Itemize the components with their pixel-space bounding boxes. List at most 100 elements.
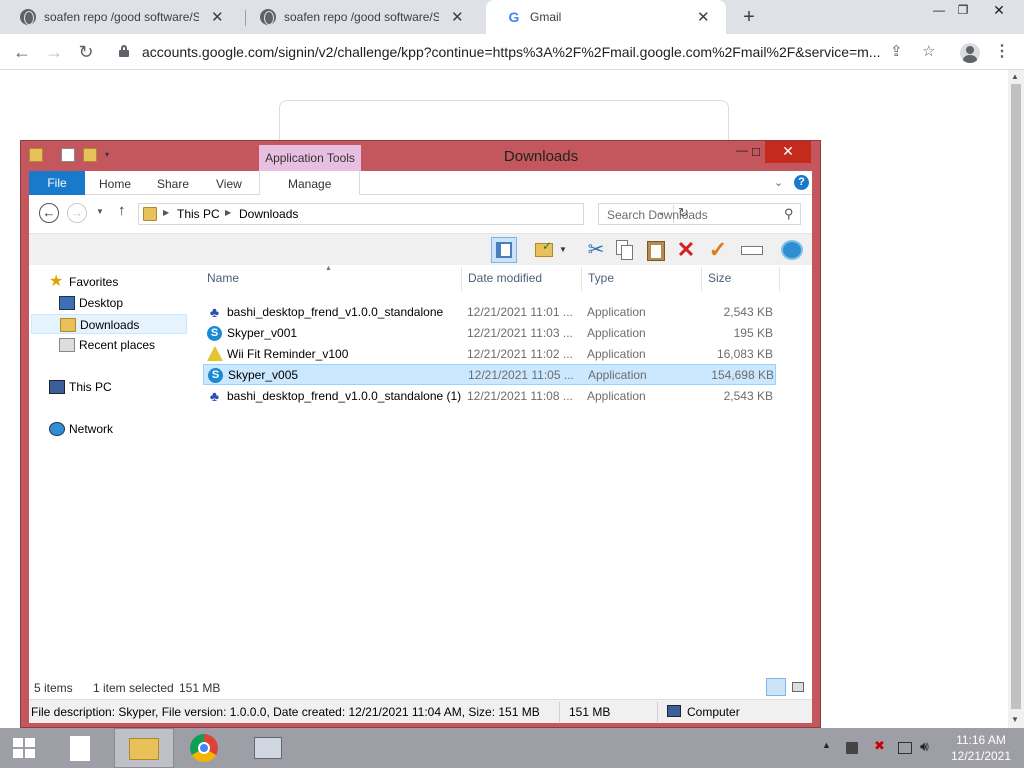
google-icon: G [508, 9, 520, 25]
breadcrumb-this-pc[interactable]: This PC [177, 207, 220, 221]
scroll-thumb[interactable] [1011, 84, 1021, 709]
breadcrumb-downloads[interactable]: Downloads [239, 207, 298, 221]
start-button[interactable] [0, 728, 48, 768]
breadcrumb-separator-icon[interactable]: ▶ [225, 208, 231, 217]
explorer-title-bar[interactable]: ▾ Application Tools Downloads — ☐ ✕ [21, 141, 820, 172]
rename-icon[interactable] [739, 237, 765, 263]
customize-toolbar-dropdown-icon[interactable]: ▾ [105, 148, 119, 162]
expand-ribbon-chevron-icon[interactable]: ⌄ [774, 176, 783, 189]
page-scrollbar[interactable]: ▲ ▼ [1008, 70, 1024, 728]
tab-manage[interactable]: Manage [259, 171, 361, 196]
column-divider[interactable] [581, 267, 582, 291]
dropdown-arrow-icon[interactable]: ▼ [559, 237, 585, 263]
nav-item-downloads[interactable]: Downloads [31, 314, 187, 334]
up-arrow-icon[interactable]: ↑ [118, 202, 126, 219]
reload-icon[interactable]: ↻ [72, 38, 100, 66]
back-arrow-icon[interactable]: ← [8, 38, 36, 66]
search-icon[interactable]: ⚲ [784, 206, 794, 222]
column-divider[interactable] [701, 267, 702, 291]
breadcrumb-separator-icon[interactable]: ▶ [163, 208, 169, 217]
details-view-icon[interactable] [766, 678, 786, 696]
window-close-button[interactable]: ✕ [984, 0, 1014, 22]
bashi-app-icon: ♣ [209, 304, 220, 320]
new-folder-icon[interactable] [83, 148, 97, 162]
url-text[interactable]: accounts.google.com/signin/v2/challenge/… [142, 44, 882, 60]
bookmark-star-icon[interactable]: ☆ [922, 42, 935, 60]
show-hidden-icons-chevron-icon[interactable]: ▲ [822, 740, 831, 750]
column-header-name[interactable]: Name [207, 271, 239, 285]
tab-close-icon[interactable]: ✕ [697, 8, 710, 26]
tab-close-icon[interactable]: ✕ [211, 8, 224, 26]
nav-item-desktop[interactable]: Desktop [59, 293, 189, 313]
bashi-app-icon: ♣ [209, 388, 220, 404]
sort-ascending-icon: ▲ [325, 265, 332, 272]
column-header-date-modified[interactable]: Date modified [468, 271, 542, 285]
nav-item-recent-places[interactable]: Recent places [59, 335, 189, 355]
nav-label: Downloads [80, 318, 140, 332]
taskbar-task-manager-button[interactable] [238, 728, 298, 768]
cut-icon[interactable]: ✂ [583, 237, 609, 263]
profile-avatar-icon[interactable] [960, 43, 980, 63]
properties-icon[interactable] [61, 148, 75, 162]
nav-item-network[interactable]: Network [49, 419, 189, 439]
column-header-type[interactable]: Type [588, 271, 614, 285]
tab-file[interactable]: File [29, 171, 85, 195]
file-row[interactable]: Wii Fit Reminder_v100 12/21/2021 11:02 .… [203, 344, 776, 365]
share-icon[interactable]: ⇪ [890, 42, 903, 60]
network-globe-icon[interactable] [779, 237, 805, 263]
file-row[interactable]: S Skyper_v001 12/21/2021 11:03 ... Appli… [203, 323, 776, 344]
file-size: 2,543 KB [723, 389, 773, 403]
tab-share[interactable]: Share [157, 171, 189, 195]
column-divider[interactable] [461, 267, 462, 291]
checkmark-icon[interactable]: ✓ [705, 237, 731, 263]
column-divider[interactable] [779, 267, 780, 291]
volume-icon[interactable]: 🔊︎ [920, 738, 929, 755]
network-disconnected-icon[interactable]: ✖ [874, 738, 885, 754]
search-input[interactable]: Search Downloads ⚲ [598, 203, 801, 225]
action-center-icon[interactable] [846, 742, 858, 754]
system-clock[interactable]: 11:16 AM 12/21/2021 [944, 732, 1018, 764]
explorer-address-bar[interactable]: ▶ This PC ▶ Downloads ⌄ ↻ [138, 203, 689, 225]
address-bar[interactable]: accounts.google.com/signin/v2/challenge/… [108, 37, 954, 67]
application-tools-context-tab: Application Tools [259, 145, 361, 172]
forward-arrow-icon[interactable]: → [67, 203, 87, 223]
display-icon[interactable] [898, 742, 912, 754]
file-row-selected[interactable]: S Skyper_v005 12/21/2021 11:05 ... Appli… [203, 364, 776, 385]
scroll-up-arrow-icon[interactable]: ▲ [1011, 72, 1019, 81]
large-icons-view-icon[interactable] [790, 679, 806, 695]
taskbar-blank-document-button[interactable] [52, 728, 112, 768]
more-menu-icon[interactable]: ⋮ [994, 41, 1010, 61]
browser-tab[interactable]: soafen repo /good software/Secu ✕ [240, 0, 474, 34]
preview-pane-icon[interactable] [491, 237, 517, 263]
file-row[interactable]: ♣ bashi_desktop_frend_v1.0.0_standalone … [203, 386, 776, 407]
scroll-down-arrow-icon[interactable]: ▼ [1011, 715, 1019, 724]
paste-icon[interactable] [643, 237, 669, 263]
nav-item-favorites[interactable]: ★ Favorites [49, 272, 189, 292]
network-icon [49, 422, 65, 436]
tab-view[interactable]: View [216, 171, 242, 195]
file-row[interactable]: ♣ bashi_desktop_frend_v1.0.0_standalone … [203, 302, 776, 323]
tab-close-icon[interactable]: ✕ [451, 8, 464, 26]
forward-arrow-icon[interactable]: → [40, 38, 68, 66]
column-header-size[interactable]: Size [708, 271, 731, 285]
new-tab-button[interactable]: + [738, 4, 760, 30]
skype-icon: S [207, 326, 222, 341]
copy-icon[interactable] [611, 237, 637, 263]
delete-icon[interactable]: ✕ [673, 237, 699, 263]
taskbar-chrome-button[interactable] [176, 728, 236, 768]
globe-icon [260, 9, 276, 25]
properties-folder-icon[interactable]: ✓ [531, 237, 557, 263]
browser-tab-active[interactable]: G Gmail ✕ [486, 0, 726, 34]
browser-tab[interactable]: soafen repo /good software/Secu ✕ [0, 0, 234, 34]
file-type: Application [587, 305, 646, 319]
nav-item-this-pc[interactable]: This PC [49, 377, 189, 397]
close-button[interactable]: ✕ [765, 141, 811, 163]
help-icon[interactable]: ? [794, 175, 809, 190]
taskbar-file-explorer-button[interactable] [114, 728, 174, 768]
tab-home[interactable]: Home [99, 171, 131, 195]
recent-locations-dropdown-icon[interactable]: ▼ [96, 207, 104, 216]
back-arrow-icon[interactable]: ← [39, 203, 59, 223]
nav-label: Recent places [79, 338, 156, 352]
lock-icon[interactable] [119, 45, 129, 57]
window-restore-button[interactable]: ❐ [948, 0, 978, 22]
